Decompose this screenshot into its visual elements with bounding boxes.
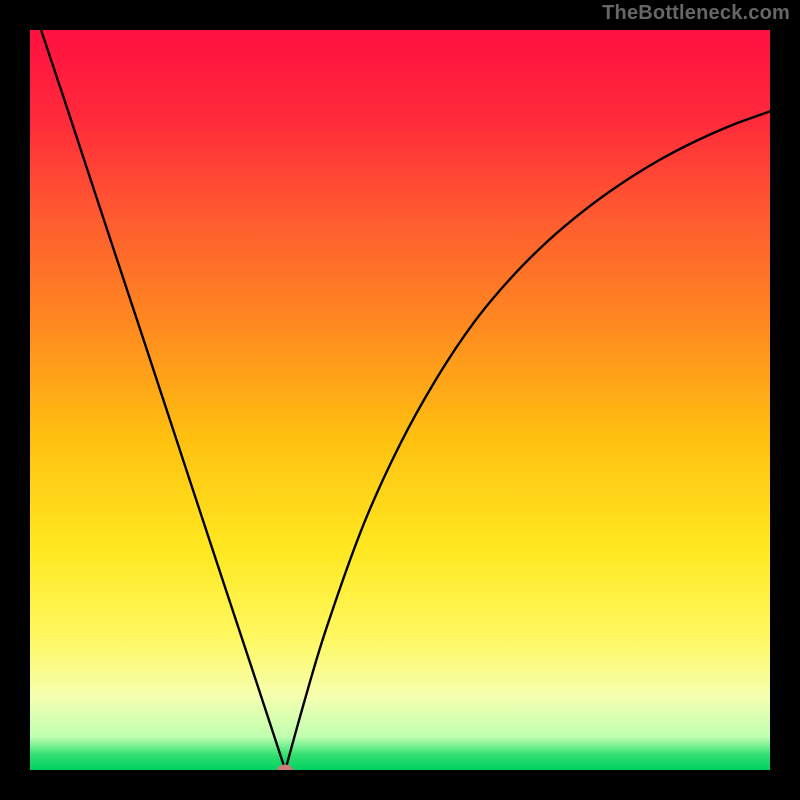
plot-area	[30, 30, 770, 770]
gradient-background	[30, 30, 770, 770]
watermark-text: TheBottleneck.com	[602, 2, 790, 25]
chart-svg	[30, 30, 770, 770]
minimum-marker	[277, 765, 293, 771]
chart-frame: TheBottleneck.com	[0, 0, 800, 800]
